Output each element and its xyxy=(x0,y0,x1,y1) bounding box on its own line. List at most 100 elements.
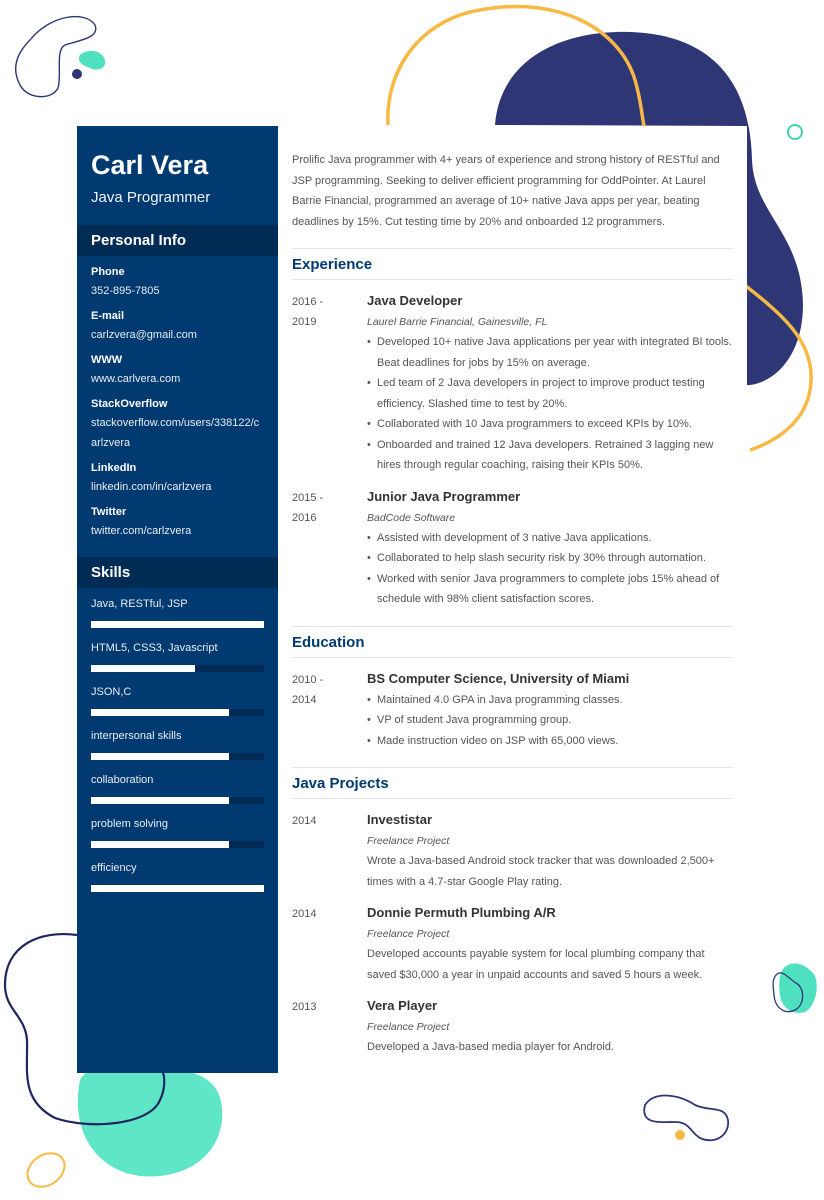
project-date: 2014 xyxy=(292,908,317,920)
entry-body: Junior Java Programmer BadCode Software … xyxy=(367,488,733,610)
date-start: 2010 - xyxy=(292,673,324,686)
entry-body: Vera Player Freelance Project Developed … xyxy=(367,997,733,1058)
skill-level-bar xyxy=(91,841,264,848)
date-start: 2015 - xyxy=(292,491,324,504)
personal-info-twitter: Twitter twitter.com/carlzvera xyxy=(91,505,264,541)
yellow-ring-bottom-left xyxy=(26,1152,66,1188)
bullet-item: Made instruction video on JSP with 65,00… xyxy=(367,731,733,752)
projects-heading: Java Projects xyxy=(292,767,733,799)
entry-dates: 2015 - 2016 xyxy=(292,488,367,610)
teal-blob-right xyxy=(779,963,817,1013)
bullet-item: Developed 10+ native Java applications p… xyxy=(367,332,733,373)
skill-name: HTML5, CSS3, Javascript xyxy=(91,642,218,654)
skill-name: Java, RESTful, JSP xyxy=(91,598,188,610)
skill-level-bar xyxy=(91,621,264,628)
job-title: Junior Java Programmer xyxy=(367,488,521,504)
navy-dot-top-left xyxy=(72,69,82,79)
project-title: Investistar xyxy=(367,812,433,827)
entry-dates: 2010 - 2014 xyxy=(292,670,367,752)
skill-level-fill xyxy=(91,665,195,672)
project-description: Developed accounts payable system for lo… xyxy=(367,948,705,981)
skill-name: JSON,C xyxy=(91,686,132,698)
entry-body: BS Computer Science, University of Miami… xyxy=(367,670,733,752)
phone-value: 352-895-7805 xyxy=(91,285,160,297)
skill-item: Java, RESTful, JSP xyxy=(91,597,264,628)
bullet-list: Assisted with development of 3 native Ja… xyxy=(367,528,733,610)
date-end: 2014 xyxy=(292,693,317,706)
bullet-item: Worked with senior Java programmers to c… xyxy=(367,569,733,610)
project-type: Freelance Project xyxy=(367,928,450,940)
stackoverflow-link[interactable]: stackoverflow.com/users/338122/carlzvera xyxy=(91,413,264,453)
project-title: Donnie Permuth Plumbing A/R xyxy=(367,905,556,920)
entry-body: Java Developer Laurel Barrie Financial, … xyxy=(367,292,733,476)
skill-name: efficiency xyxy=(91,862,137,874)
personal-info-list: Phone 352-895-7805 E-mail carlzvera@gmai… xyxy=(77,256,278,541)
email-label: E-mail xyxy=(91,310,125,322)
project-description: Wrote a Java-based Android stock tracker… xyxy=(367,855,715,888)
skills-heading: Skills xyxy=(77,557,278,588)
project-entry: 2013 Vera Player Freelance Project Devel… xyxy=(278,997,747,1058)
personal-info-www: WWW www.carlvera.com xyxy=(91,353,264,389)
entry-dates: 2016 - 2019 xyxy=(292,292,367,476)
employer: BadCode Software xyxy=(367,511,456,524)
education-entry: 2010 - 2014 BS Computer Science, Univers… xyxy=(278,670,747,752)
bullet-list: Maintained 4.0 GPA in Java programming c… xyxy=(367,690,733,752)
www-link[interactable]: www.carlvera.com xyxy=(91,369,264,389)
skill-item: collaboration xyxy=(91,773,264,804)
skill-level-fill xyxy=(91,885,264,892)
stackoverflow-label: StackOverflow xyxy=(91,398,168,410)
employer: Laurel Barrie Financial, Gainesville, FL xyxy=(367,316,548,328)
bullet-item: Led team of 2 Java developers in project… xyxy=(367,373,733,414)
twitter-label: Twitter xyxy=(91,506,127,518)
bullet-item: Assisted with development of 3 native Ja… xyxy=(367,528,733,549)
skill-level-bar xyxy=(91,665,264,672)
bullet-item: VP of student Java programming group. xyxy=(367,710,733,731)
sidebar: Carl Vera Java Programmer Personal Info … xyxy=(77,126,278,1073)
skill-item: HTML5, CSS3, Javascript xyxy=(91,641,264,672)
skill-level-fill xyxy=(91,709,230,716)
skill-level-fill xyxy=(91,753,230,760)
experience-heading: Experience xyxy=(292,248,733,280)
experience-entry: 2015 - 2016 Junior Java Programmer BadCo… xyxy=(278,488,747,610)
email-value[interactable]: carlzvera@gmail.com xyxy=(91,325,264,345)
navy-outline-loop-bottom-right xyxy=(643,1094,729,1142)
teal-ring-right xyxy=(787,124,803,140)
project-title: Vera Player xyxy=(367,998,438,1013)
date-end: 2019 xyxy=(292,316,317,328)
skill-level-bar xyxy=(91,797,264,804)
degree-title: BS Computer Science, University of Miami xyxy=(367,670,630,686)
experience-entry: 2016 - 2019 Java Developer Laurel Barrie… xyxy=(278,292,747,476)
project-type: Freelance Project xyxy=(367,1021,450,1033)
personal-info-stackoverflow: StackOverflow stackoverflow.com/users/33… xyxy=(91,397,264,453)
skill-item: problem solving xyxy=(91,817,264,848)
skill-name: collaboration xyxy=(91,774,154,786)
twitter-link[interactable]: twitter.com/carlzvera xyxy=(91,521,264,541)
skill-level-fill xyxy=(91,841,230,848)
teal-blob-bottom-left xyxy=(77,1065,223,1177)
job-title: Java Developer xyxy=(367,293,463,308)
candidate-name: Carl Vera xyxy=(91,150,209,180)
skill-level-bar xyxy=(91,885,264,892)
personal-info-heading: Personal Info xyxy=(77,225,278,256)
entry-body: Investistar Freelance Project Wrote a Ja… xyxy=(367,811,733,892)
date-start: 2016 - xyxy=(292,296,324,308)
linkedin-link[interactable]: linkedin.com/in/carlzvera xyxy=(91,477,264,497)
personal-info-email: E-mail carlzvera@gmail.com xyxy=(91,309,264,345)
entry-body: Donnie Permuth Plumbing A/R Freelance Pr… xyxy=(367,904,733,985)
personal-info-phone: Phone 352-895-7805 xyxy=(91,265,264,301)
resume-main: Prolific Java programmer with 4+ years o… xyxy=(278,126,747,1073)
skill-level-fill xyxy=(91,621,264,628)
bullet-item: Collaborated with 10 Java programmers to… xyxy=(367,414,733,435)
skill-level-bar xyxy=(91,753,264,760)
project-date: 2014 xyxy=(292,815,317,827)
bullet-item: Onboarded and trained 12 Java developers… xyxy=(367,435,733,476)
skill-level-fill xyxy=(91,797,230,804)
project-entry: 2014 Investistar Freelance Project Wrote… xyxy=(278,811,747,892)
phone-label: Phone xyxy=(91,266,125,278)
skill-name: interpersonal skills xyxy=(91,730,182,742)
personal-info-linkedin: LinkedIn linkedin.com/in/carlzvera xyxy=(91,461,264,497)
skill-level-bar xyxy=(91,709,264,716)
skill-item: efficiency xyxy=(91,861,264,892)
teal-blob-top-left xyxy=(78,50,106,70)
project-type: Freelance Project xyxy=(367,835,450,847)
